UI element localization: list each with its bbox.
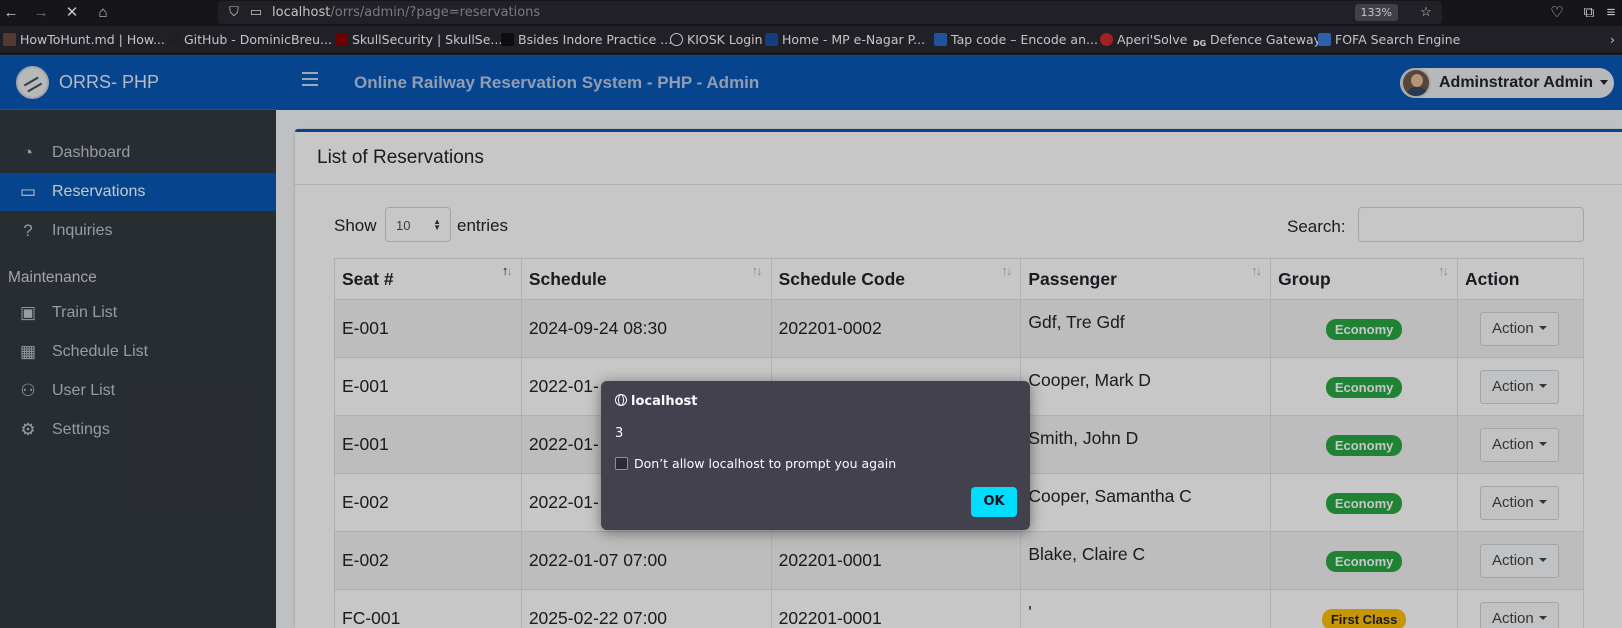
prompt-dialog: localhost 3 Don’t allow localhost to pro… [601, 381, 1030, 530]
dialog-origin-label: localhost [631, 394, 698, 409]
dont-allow-checkbox-label[interactable]: Don’t allow localhost to prompt you agai… [634, 456, 896, 471]
dialog-origin: localhost [615, 394, 697, 409]
globe-icon [615, 394, 627, 406]
dialog-message: 3 [615, 426, 624, 441]
ok-button[interactable]: OK [971, 487, 1017, 517]
dont-allow-checkbox[interactable] [615, 457, 628, 470]
modal-overlay [0, 0, 1622, 628]
